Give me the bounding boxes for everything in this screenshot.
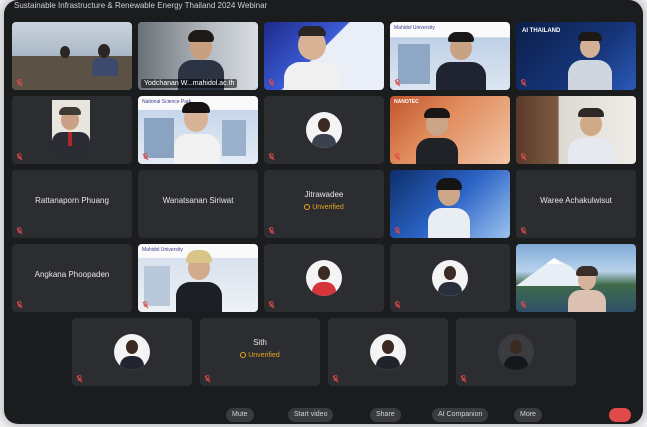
video-feed-blue-network-background: [390, 170, 510, 238]
mic-muted-icon: [268, 301, 275, 309]
video-tile-r4c5[interactable]: [516, 244, 636, 312]
participant-name: Jitrawadee: [304, 190, 344, 199]
participant-avatar: [370, 334, 406, 370]
video-tile-r1c3[interactable]: [264, 22, 384, 90]
participant-name-tag: Yodchanan W...mahidol.ac.th: [141, 79, 238, 88]
video-tile-r1c2[interactable]: Yodchanan W...mahidol.ac.th: [138, 22, 258, 90]
mic-muted-icon: [16, 301, 23, 309]
video-tile-r4c3[interactable]: [264, 244, 384, 312]
video-tile-r2c4[interactable]: NANOTEC: [390, 96, 510, 164]
nanotec-logo-text: NANOTEC: [394, 99, 419, 105]
meeting-window: Sustainable Infrastructure & Renewable E…: [4, 0, 643, 424]
video-feed-mahidol-background-2: National Science Park: [138, 96, 258, 164]
mic-muted-icon: [332, 375, 339, 383]
meeting-toolbar: Mute Start video Share AI Companion More: [4, 404, 643, 424]
video-tile-r4c2[interactable]: Mahidol University: [138, 244, 258, 312]
video-tile-r5c4[interactable]: [456, 318, 576, 386]
start-video-button[interactable]: Start video: [288, 408, 334, 422]
ai-companion-button[interactable]: AI Companion: [432, 408, 489, 422]
participant-name: Wanatsanan Siriwat: [162, 196, 234, 205]
mic-muted-icon: [76, 375, 83, 383]
mic-muted-icon: [394, 301, 401, 309]
slide-org-label: Mahidol University: [394, 25, 435, 31]
mic-muted-icon: [520, 227, 527, 235]
participant-name: Rattanaporn Phuang: [35, 196, 109, 205]
video-tile-r5c1[interactable]: [72, 318, 192, 386]
mic-muted-icon: [268, 79, 275, 87]
mic-muted-icon: [268, 153, 275, 161]
video-tile-r2c2[interactable]: National Science Park: [138, 96, 258, 164]
mic-muted-icon: [268, 227, 275, 235]
participant-avatar: [114, 334, 150, 370]
video-tile-r1c4[interactable]: Mahidol University: [390, 22, 510, 90]
participant-name: Waree Achakulwisut: [540, 196, 612, 205]
mic-muted-icon: [16, 227, 23, 235]
video-feed-nanotec-background: NANOTEC: [390, 96, 510, 164]
participant-avatar: [306, 112, 342, 148]
end-meeting-button[interactable]: [609, 408, 631, 422]
participant-avatar: [498, 334, 534, 370]
share-button[interactable]: Share: [370, 408, 401, 422]
video-tile-r2c5[interactable]: [516, 96, 636, 164]
unverified-badge: Unverified: [264, 204, 384, 211]
slide-org-label: Mahidol University: [142, 247, 183, 253]
video-tile-r3c2[interactable]: Wanatsanan Siriwat: [138, 170, 258, 238]
mic-muted-icon: [142, 301, 149, 309]
video-feed-ai-thailand-background: AI THAILAND: [516, 22, 636, 90]
participant-name: Angkana Phoopaden: [34, 270, 110, 279]
mic-muted-icon: [394, 153, 401, 161]
video-tile-r4c1[interactable]: Angkana Phoopaden: [12, 244, 132, 312]
video-tile-r3c5[interactable]: Waree Achakulwisut: [516, 170, 636, 238]
video-tile-r1c1[interactable]: [12, 22, 132, 90]
ai-thailand-logo-text: AI THAILAND: [522, 28, 561, 34]
mic-muted-icon: [16, 79, 23, 87]
mute-button[interactable]: Mute: [226, 408, 254, 422]
video-feed-virtual-background: [264, 22, 384, 90]
participant-avatar: [306, 260, 342, 296]
mic-muted-icon: [460, 375, 467, 383]
video-feed-speaker-small: [12, 96, 132, 164]
mic-muted-icon: [520, 301, 527, 309]
unverified-badge: Unverified: [200, 352, 320, 359]
video-feed-mountain-background: [516, 244, 636, 312]
mic-muted-icon: [394, 79, 401, 87]
video-tile-r5c2[interactable]: Sith Unverified: [200, 318, 320, 386]
mic-muted-icon: [394, 227, 401, 235]
video-tile-r2c1[interactable]: [12, 96, 132, 164]
unverified-icon: [240, 352, 247, 358]
more-button[interactable]: More: [514, 408, 542, 422]
participant-name: Sith: [253, 338, 267, 347]
video-tile-r1c5[interactable]: AI THAILAND: [516, 22, 636, 90]
unverified-icon: [304, 204, 311, 210]
video-feed-conference-room: [12, 22, 132, 90]
mic-muted-icon: [16, 153, 23, 161]
video-tile-r3c4[interactable]: [390, 170, 510, 238]
meeting-title: Sustainable Infrastructure & Renewable E…: [14, 1, 268, 10]
video-feed-office: [516, 96, 636, 164]
mic-muted-icon: [520, 153, 527, 161]
video-tile-r2c3[interactable]: [264, 96, 384, 164]
video-tile-r5c3[interactable]: [328, 318, 448, 386]
mic-muted-icon: [204, 375, 211, 383]
video-feed-mahidol-background-3: Mahidol University: [138, 244, 258, 312]
video-tile-r3c1[interactable]: Rattanaporn Phuang: [12, 170, 132, 238]
mic-muted-icon: [520, 79, 527, 87]
video-feed-mahidol-background: Mahidol University: [390, 22, 510, 90]
mic-muted-icon: [142, 153, 149, 161]
participant-avatar: [432, 260, 468, 296]
video-tile-r4c4[interactable]: [390, 244, 510, 312]
video-tile-r3c3[interactable]: Jitrawadee Unverified: [264, 170, 384, 238]
